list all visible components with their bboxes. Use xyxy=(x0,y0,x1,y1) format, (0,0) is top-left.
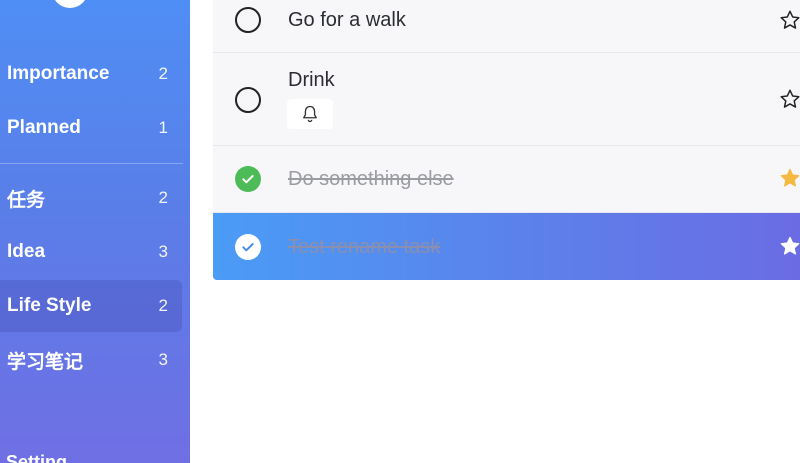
sidebar-item-label: Planned xyxy=(7,117,81,138)
task-title: Drink xyxy=(288,69,335,91)
sidebar-item-importance[interactable]: Importance 2 xyxy=(0,48,182,100)
sidebar-item-label: 学习笔记 xyxy=(7,351,84,373)
avatar[interactable] xyxy=(52,0,88,8)
task-row-selected[interactable]: Test rename task xyxy=(213,213,800,280)
task-title: Go for a walk xyxy=(288,9,406,31)
task-checkbox[interactable] xyxy=(235,87,261,113)
sidebar-item-study-notes[interactable]: 学习笔记 3 xyxy=(0,334,182,386)
sidebar-item-tasks[interactable]: 任务 2 xyxy=(0,172,182,224)
sidebar-item-planned[interactable]: Planned 1 xyxy=(0,102,182,154)
task-checkbox-checked[interactable] xyxy=(235,234,261,260)
sidebar-item-count: 3 xyxy=(158,350,168,369)
sidebar-item-label: 任务 xyxy=(7,189,46,211)
task-title: Do something else xyxy=(288,168,454,190)
sidebar-item-count: 3 xyxy=(158,242,168,261)
sidebar-item-count: 2 xyxy=(158,296,168,315)
task-checkbox[interactable] xyxy=(235,7,261,33)
sidebar: Importance 2 Planned 1 任务 2 Idea 3 Life … xyxy=(0,0,190,463)
task-title: Test rename task xyxy=(288,236,441,258)
bell-icon xyxy=(303,105,317,123)
task-row[interactable]: Do something else xyxy=(213,146,800,213)
sidebar-item-label: Life Style xyxy=(7,295,92,316)
reminder-badge[interactable] xyxy=(287,99,333,129)
sidebar-item-count: 2 xyxy=(158,64,168,83)
task-row[interactable]: Drink xyxy=(213,53,800,146)
sidebar-divider xyxy=(0,163,183,164)
sidebar-item-label: Importance xyxy=(7,63,110,84)
star-outline-icon[interactable] xyxy=(779,88,800,110)
checkmark-icon xyxy=(242,175,254,184)
task-row[interactable]: Go for a walk xyxy=(213,0,800,53)
setting-button[interactable]: Setting xyxy=(6,452,67,463)
sidebar-item-count: 2 xyxy=(158,188,168,207)
checkmark-icon xyxy=(242,243,254,252)
sidebar-item-life-style[interactable]: Life Style 2 xyxy=(0,280,182,332)
task-list: Go for a walk Drink Do something else Te… xyxy=(213,0,800,280)
star-filled-icon[interactable] xyxy=(779,167,800,189)
star-filled-icon[interactable] xyxy=(779,235,800,257)
task-checkbox-checked[interactable] xyxy=(235,166,261,192)
sidebar-item-idea[interactable]: Idea 3 xyxy=(0,226,182,278)
app-window: Importance 2 Planned 1 任务 2 Idea 3 Life … xyxy=(0,0,800,463)
sidebar-item-label: Idea xyxy=(7,241,46,262)
star-outline-icon[interactable] xyxy=(779,9,800,31)
sidebar-item-count: 1 xyxy=(158,118,168,137)
